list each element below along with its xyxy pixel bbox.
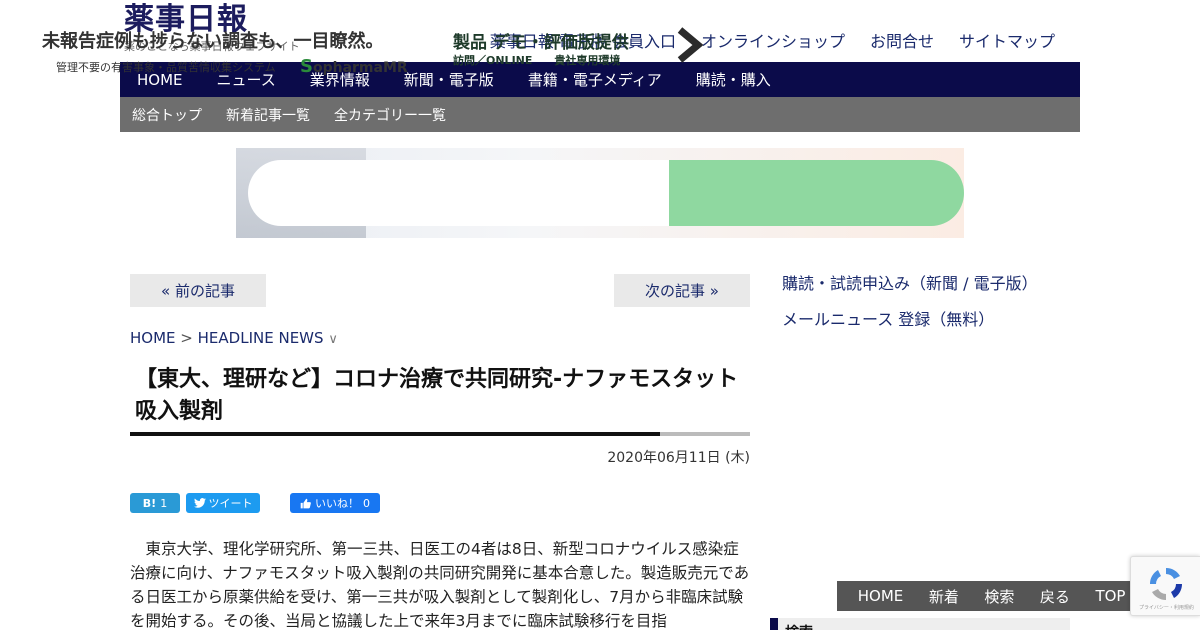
hatena-bookmark-button[interactable]: B! 1	[130, 493, 180, 513]
hatena-icon: B!	[142, 496, 157, 510]
recaptcha-text: プライバシー・利用規約	[1139, 605, 1194, 611]
sidebar-search-accent	[770, 618, 778, 630]
nav-subscribe[interactable]: 購読・購入	[696, 69, 771, 90]
tweet-button[interactable]: ツイート	[186, 493, 260, 513]
banner-left-panel	[248, 160, 688, 226]
banner-headline: 未報告症例も捗らない調査も、一目瞭然。	[42, 31, 384, 52]
subnav-top[interactable]: 総合トップ	[132, 105, 202, 125]
article-body: 東京大学、理化学研究所、第一三共、日医工の4者は8日、新型コロナウイルス感染症治…	[130, 540, 750, 630]
article-title: 【東大、理研など】コロナ治療で共同研究-ナファモスタット吸入製剤	[135, 367, 739, 424]
subnav-categories[interactable]: 全カテゴリー一覧	[334, 105, 446, 125]
prev-article-button[interactable]: « 前の記事	[130, 274, 266, 307]
banner-right-panel	[669, 160, 964, 226]
article-date: 2020年06月11日 (木)	[607, 450, 750, 466]
facebook-like-button[interactable]: いいね！ 0	[290, 493, 380, 513]
nav-books[interactable]: 書籍・電子メディア	[528, 69, 662, 90]
next-article-button[interactable]: 次の記事 »	[614, 274, 750, 307]
hatena-count: 1	[160, 496, 168, 510]
tweet-label: ツイート	[208, 497, 253, 510]
sub-nav: 総合トップ 新着記事一覧 全カテゴリー一覧	[120, 97, 1080, 132]
banner-cta-subtext: 訪問／ONLINE 貴社専用環境	[453, 54, 621, 67]
breadcrumb-home[interactable]: HOME	[130, 329, 176, 347]
chevron-down-icon[interactable]: ∨	[328, 332, 338, 347]
breadcrumb-separator: >	[180, 329, 193, 347]
float-latest-button[interactable]: 新着	[929, 586, 959, 607]
mail-news-signup-link[interactable]: メールニュース 登録（無料）	[782, 306, 994, 330]
thumbs-up-icon	[300, 498, 311, 508]
social-buttons: B! 1 ツイート いいね！ 0	[130, 493, 380, 513]
online-shop-link[interactable]: オンラインショップ	[701, 28, 845, 52]
brand-s-icon: S	[300, 56, 313, 77]
twitter-bird-icon	[193, 498, 206, 508]
breadcrumb: HOME > HEADLINE NEWS ∨	[130, 329, 338, 347]
recaptcha-badge[interactable]: プライバシー・利用規約	[1130, 556, 1200, 616]
contact-link[interactable]: お問合せ	[870, 28, 934, 52]
breadcrumb-section[interactable]: HEADLINE NEWS	[198, 329, 324, 347]
sitemap-link[interactable]: サイトマップ	[959, 28, 1055, 52]
float-search-button[interactable]: 検索	[984, 586, 1014, 607]
float-home-button[interactable]: HOME	[858, 587, 904, 605]
ad-banner[interactable]	[236, 148, 964, 238]
title-underline-accent	[130, 432, 660, 436]
sidebar-search-header	[770, 618, 1070, 630]
banner-subtext: 管理不要の有害事象・品質苦情収集システム	[56, 61, 276, 74]
floating-nav: HOME 新着 検索 戻る TOP ∧	[837, 581, 1162, 611]
subscribe-trial-link[interactable]: 購読・試読申込み（新聞 / 電子版）	[782, 270, 1038, 294]
banner-brand-text: opharmaMR	[312, 60, 408, 76]
like-label: いいね！	[315, 497, 359, 510]
banner-brand: SopharmaMR	[300, 56, 408, 77]
subnav-latest[interactable]: 新着記事一覧	[226, 105, 310, 125]
float-back-button[interactable]: 戻る	[1040, 586, 1070, 607]
page: 薬事日報 薬のことなら薬事日報ウェブサイト 薬事日報 電子版 会員入口 オンライ…	[0, 0, 1200, 630]
sidebar-search-label: 検索	[785, 622, 813, 630]
recaptcha-icon	[1149, 567, 1183, 601]
banner-cta-headline: 製品 デモ・評価版提供	[453, 33, 629, 53]
nav-newspaper[interactable]: 新聞・電子版	[404, 69, 494, 90]
chevron-right-icon	[677, 27, 704, 63]
like-count: 0	[363, 496, 370, 510]
